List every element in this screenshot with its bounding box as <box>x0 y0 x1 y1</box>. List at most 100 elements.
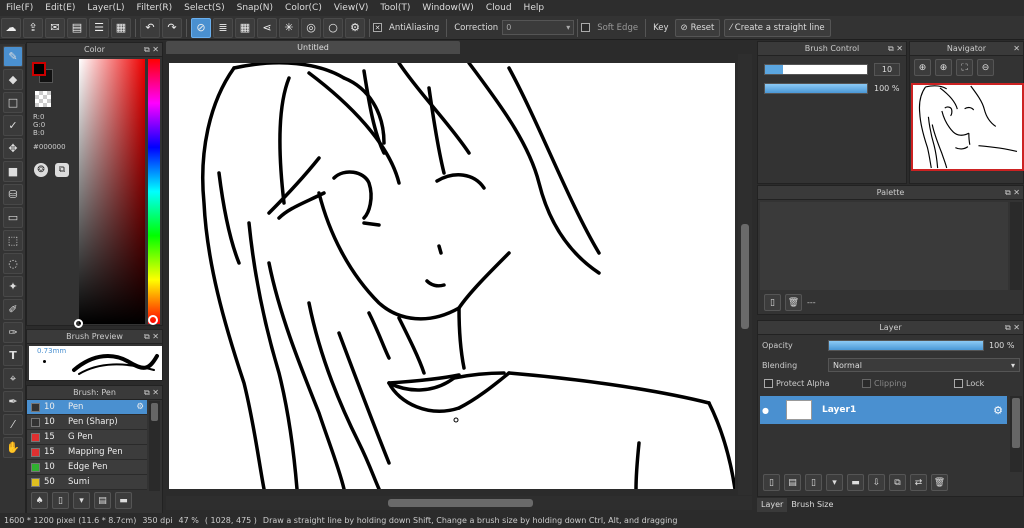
panel-controls-icon[interactable]: ⧉ ✕ <box>144 330 159 344</box>
duplicate-layer-icon[interactable]: ⧉ <box>889 474 906 491</box>
snap-radial-icon[interactable]: ✳ <box>279 17 299 38</box>
scrollbar-thumb[interactable] <box>1012 398 1020 448</box>
panel-controls-icon[interactable]: ⧉ ✕ <box>144 386 159 400</box>
cloud-icon[interactable]: ☁ <box>1 17 21 38</box>
menu-file[interactable]: File(F) <box>0 3 39 13</box>
scrollbar-thumb[interactable] <box>151 403 158 421</box>
bucket-tool-icon[interactable]: ⛁ <box>3 184 23 205</box>
list-icon[interactable]: ☰ <box>89 17 109 38</box>
magic-wand-tool-icon[interactable]: ✦ <box>3 276 23 297</box>
snap-settings-icon[interactable]: ⚙ <box>345 17 365 38</box>
menu-view[interactable]: View(V) <box>328 3 375 13</box>
brush-opacity-slider[interactable] <box>764 83 868 94</box>
zoom-in-icon[interactable]: ⊕ <box>914 59 931 76</box>
color-history-icon[interactable]: ⧉ <box>55 163 69 177</box>
eraser-tool-icon[interactable]: ◆ <box>3 69 23 90</box>
fullscreen-icon[interactable]: ⛶ <box>956 59 973 76</box>
blending-dropdown[interactable]: Normal ▾ <box>828 358 1020 372</box>
snap-parallel-icon[interactable]: ≣ <box>213 17 233 38</box>
move-tool-icon[interactable]: ✥ <box>3 138 23 159</box>
add-brush-icon[interactable]: ♠ <box>31 492 48 509</box>
menu-layer[interactable]: Layer(L) <box>81 3 130 13</box>
canvas-tab[interactable]: Untitled <box>166 41 460 54</box>
reset-button[interactable]: ⊘ Reset <box>674 18 721 37</box>
brush-select-tool-icon[interactable]: ✓ <box>3 115 23 136</box>
palette-swatch-area[interactable] <box>760 202 1008 290</box>
new-halftone-layer-icon[interactable]: ▤ <box>784 474 801 491</box>
hand-tool-icon[interactable]: ✋ <box>3 437 23 458</box>
menu-select[interactable]: Select(S) <box>178 3 231 13</box>
select-eraser-tool-icon[interactable]: ✑ <box>3 322 23 343</box>
new-palette-icon[interactable]: ▯ <box>764 294 781 311</box>
brush-file-icon[interactable]: ▤ <box>94 492 111 509</box>
menu-tool[interactable]: Tool(T) <box>374 3 416 13</box>
correction-dropdown[interactable]: 0 ▾ <box>502 20 575 35</box>
protect-alpha-checkbox[interactable] <box>764 379 773 388</box>
foreground-color-swatch[interactable] <box>32 62 46 76</box>
antialiasing-checkbox[interactable]: ✕ <box>373 23 382 32</box>
snap-grid-icon[interactable]: ▦ <box>235 17 255 38</box>
gear-icon[interactable]: ⚙ <box>993 404 1003 417</box>
transparent-swatch[interactable] <box>35 91 51 107</box>
new-layer-icon[interactable]: ▯ <box>763 474 780 491</box>
delete-layer-icon[interactable]: 🗑 <box>931 474 948 491</box>
soft-edge-checkbox[interactable] <box>581 23 591 32</box>
select-tool-icon[interactable]: ⬚ <box>3 230 23 251</box>
brush-menu-icon[interactable]: ▾ <box>73 492 90 509</box>
redo-icon[interactable]: ↷ <box>162 17 182 38</box>
snap-circle-icon[interactable]: ○ <box>323 17 343 38</box>
new-brush-icon[interactable]: ▯ <box>52 492 69 509</box>
chat-icon[interactable]: ✉ <box>45 17 65 38</box>
brush-list-scrollbar[interactable] <box>149 401 160 491</box>
brush-folder-icon[interactable]: ▬ <box>115 492 132 509</box>
brush-tool-icon[interactable]: ✎ <box>3 46 23 67</box>
menu-window[interactable]: Window(W) <box>416 3 479 13</box>
layer-scrollbar[interactable] <box>1010 396 1022 472</box>
sv-handle-icon[interactable] <box>74 319 83 328</box>
saturation-value-picker[interactable] <box>79 59 145 324</box>
hue-handle-icon[interactable] <box>148 315 158 325</box>
menu-edit[interactable]: Edit(E) <box>39 3 81 13</box>
layer-row[interactable]: ● Layer1 ⚙ <box>760 396 1007 424</box>
brush-size-field[interactable]: 10 <box>874 63 900 76</box>
brush-item-edge-pen[interactable]: 10 Edge Pen <box>27 460 147 475</box>
straight-line-button[interactable]: ⁄ Create a straight line <box>724 18 831 37</box>
menu-color[interactable]: Color(C) <box>279 3 328 13</box>
panel-controls-icon[interactable]: ⧉ ✕ <box>888 42 903 56</box>
clipping-checkbox[interactable] <box>862 379 871 388</box>
new-layer-menu-icon[interactable]: ▾ <box>826 474 843 491</box>
brush-item-sumi[interactable]: 50 Sumi <box>27 475 147 490</box>
tab-brush-size[interactable]: Brush Size <box>787 498 837 512</box>
navigator-thumbnail[interactable] <box>911 83 1024 171</box>
menu-snap[interactable]: Snap(N) <box>231 3 279 13</box>
eyedropper-tool-icon[interactable]: ⁄ <box>3 414 23 435</box>
panel-controls-icon[interactable]: ⧉ ✕ <box>1005 321 1020 335</box>
snap-off-icon[interactable]: ⊘ <box>191 17 211 38</box>
grid-icon[interactable]: ▦ <box>111 17 131 38</box>
palette-scrollbar[interactable] <box>1010 202 1022 290</box>
drawing-canvas[interactable] <box>169 63 735 489</box>
snap-concentric-icon[interactable]: ◎ <box>301 17 321 38</box>
layer-opacity-slider[interactable] <box>828 340 984 351</box>
brush-item-g-pen[interactable]: 15 G Pen <box>27 430 147 445</box>
brush-item-pen-sharp[interactable]: 10 Pen (Sharp) <box>27 415 147 430</box>
menu-filter[interactable]: Filter(R) <box>131 3 179 13</box>
gradient-tool-icon[interactable]: ▭ <box>3 207 23 228</box>
lock-checkbox[interactable] <box>954 379 963 388</box>
zoom-fit-icon[interactable]: ⊕ <box>935 59 952 76</box>
hue-slider[interactable] <box>148 59 160 324</box>
transfer-layer-icon[interactable]: ⇄ <box>910 474 927 491</box>
select-pen-tool-icon[interactable]: ✐ <box>3 299 23 320</box>
delete-palette-icon[interactable]: 🗑 <box>785 294 802 311</box>
panel-controls-icon[interactable]: ⧉ ✕ <box>1005 186 1020 200</box>
zoom-out-icon[interactable]: ⊖ <box>977 59 994 76</box>
menu-cloud[interactable]: Cloud <box>480 3 518 13</box>
undo-icon[interactable]: ↶ <box>140 17 160 38</box>
lasso-tool-icon[interactable]: ◌ <box>3 253 23 274</box>
pen-tool-icon[interactable]: ✒ <box>3 391 23 412</box>
visibility-eye-icon[interactable]: ● <box>762 406 776 415</box>
canvas-vertical-scrollbar[interactable] <box>738 54 752 495</box>
new-folder-icon[interactable]: ▬ <box>847 474 864 491</box>
scrollbar-thumb[interactable] <box>741 224 749 329</box>
panel-controls-icon[interactable]: ✕ <box>1013 42 1020 56</box>
